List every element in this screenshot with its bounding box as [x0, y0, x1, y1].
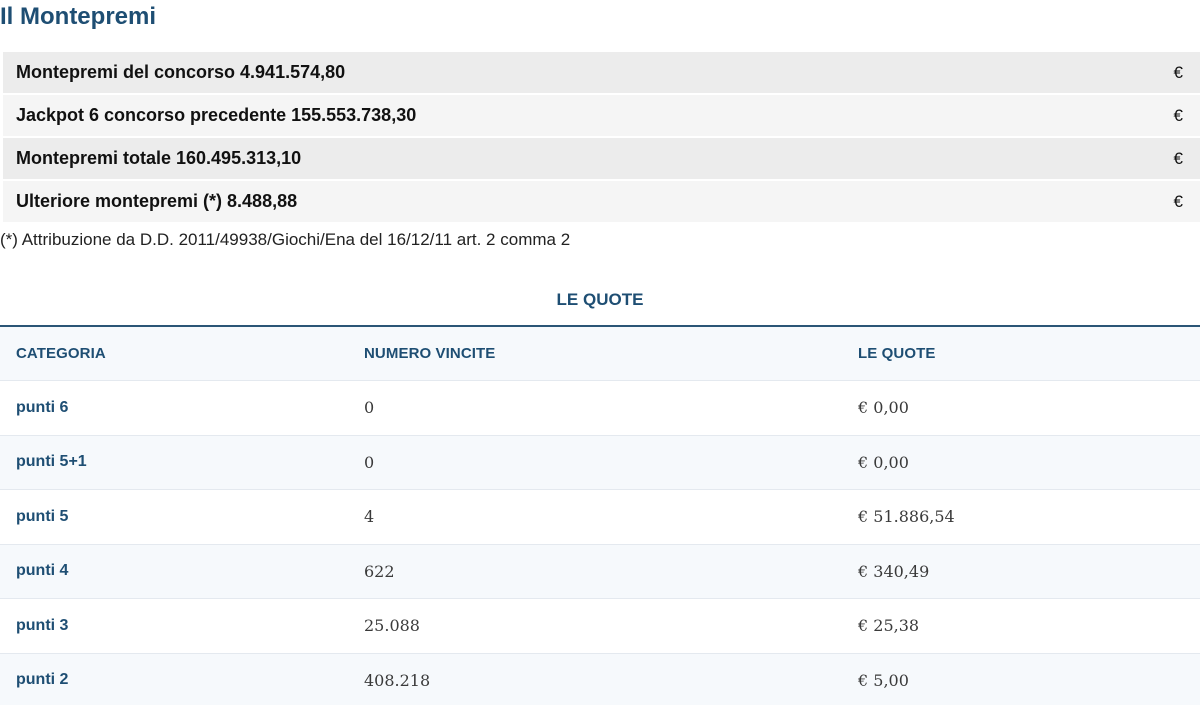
summary-label: Ulteriore montepremi (*) 8.488,88: [16, 191, 298, 211]
cell-quota: € 5,00: [858, 670, 909, 690]
cell-categoria: punti 2: [16, 671, 69, 689]
summary-row-jackpot: Jackpot 6 concorso precedente 155.553.73…: [3, 95, 1200, 136]
table-row: punti 4 622 € 340,49: [0, 544, 1200, 599]
cell-categoria: punti 6: [16, 398, 69, 416]
summary-row-concorso: Montepremi del concorso 4.941.574,80 €: [3, 52, 1200, 93]
cell-vincite: 25.088: [364, 616, 420, 636]
summary-label: Montepremi totale 160.495.313,10: [16, 148, 302, 168]
summary-row-totale: Montepremi totale 160.495.313,10 €: [3, 138, 1200, 179]
table-row: punti 6 0 € 0,00: [0, 381, 1200, 436]
cell-categoria: punti 5: [16, 507, 69, 525]
cell-vincite: 4: [364, 507, 375, 527]
cell-vincite: 408.218: [364, 670, 431, 690]
summary-label: Montepremi del concorso 4.941.574,80: [16, 62, 346, 82]
summary-label: Jackpot 6 concorso precedente 155.553.73…: [16, 105, 417, 125]
section-title: Il Montepremi: [0, 3, 157, 30]
currency-symbol: €: [1173, 148, 1183, 168]
cell-categoria: punti 4: [16, 562, 69, 580]
cell-quota: € 25,38: [858, 616, 920, 636]
table-row: punti 3 25.088 € 25,38: [0, 599, 1200, 654]
cell-categoria: punti 5+1: [16, 453, 87, 471]
cell-vincite: 622: [364, 561, 395, 581]
cell-categoria: punti 3: [16, 616, 69, 634]
column-header-le-quote: LE QUOTE: [858, 345, 936, 362]
column-header-categoria: CATEGORIA: [16, 345, 106, 362]
table-row: punti 2 408.218 € 5,00: [0, 653, 1200, 705]
cell-quota: € 340,49: [858, 561, 930, 581]
montepremi-summary: Montepremi del concorso 4.941.574,80 € J…: [3, 52, 1200, 224]
column-header-numero-vincite: NUMERO VINCITE: [364, 345, 496, 362]
currency-symbol: €: [1173, 62, 1183, 82]
cell-quota: € 51.886,54: [858, 507, 955, 527]
currency-symbol: €: [1173, 191, 1183, 211]
table-row: punti 5+1 0 € 0,00: [0, 435, 1200, 490]
quote-table: CATEGORIA NUMERO VINCITE LE QUOTE punti …: [0, 325, 1200, 705]
table-header-row: CATEGORIA NUMERO VINCITE LE QUOTE: [0, 327, 1200, 381]
footnote: (*) Attribuzione da D.D. 2011/49938/Gioc…: [0, 230, 571, 249]
page: Il Montepremi Montepremi del concorso 4.…: [0, 0, 1200, 705]
table-row: punti 5 4 € 51.886,54: [0, 490, 1200, 545]
cell-quota: € 0,00: [858, 398, 909, 418]
currency-symbol: €: [1173, 105, 1183, 125]
summary-row-ulteriore: Ulteriore montepremi (*) 8.488,88 €: [3, 181, 1200, 222]
cell-quota: € 0,00: [858, 452, 909, 472]
cell-vincite: 0: [364, 452, 375, 472]
cell-vincite: 0: [364, 398, 375, 418]
quote-heading: LE QUOTE: [556, 290, 644, 309]
